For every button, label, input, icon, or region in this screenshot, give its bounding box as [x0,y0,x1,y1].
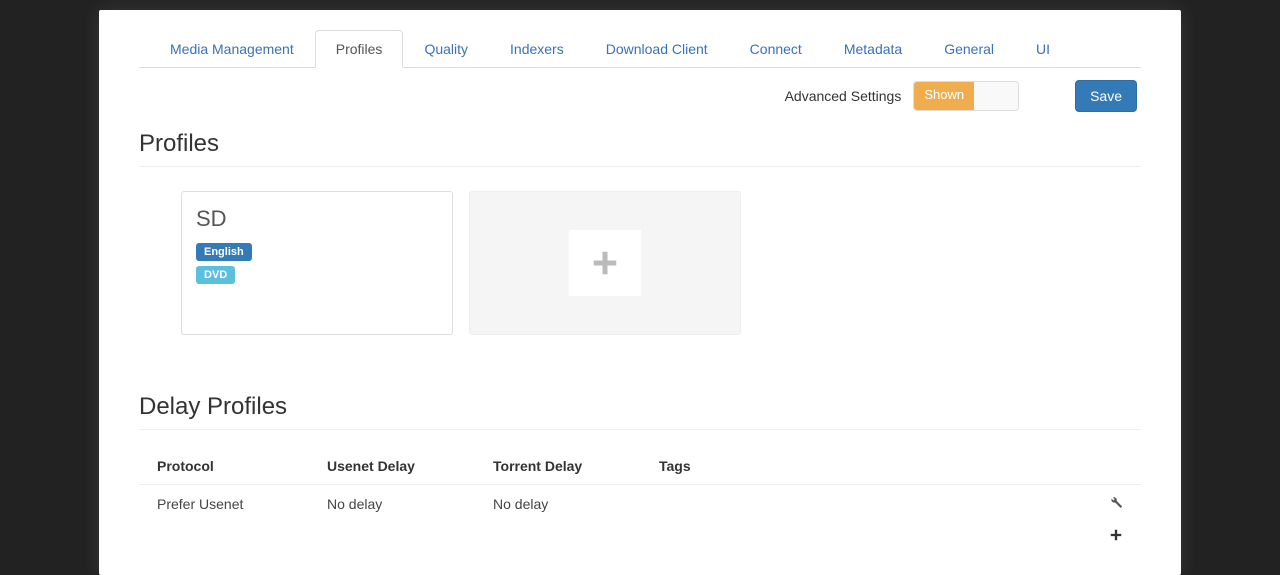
content: Profiles SD English DVD Delay Profiles P… [99,112,1181,575]
settings-tabs: Media Management Profiles Quality Indexe… [139,30,1141,68]
profile-card-sd[interactable]: SD English DVD [181,191,453,335]
tab-connect[interactable]: Connect [729,30,823,68]
tab-profiles[interactable]: Profiles [315,30,404,68]
plus-icon [1109,528,1123,542]
cutoff-badge: DVD [196,266,235,284]
plus-box [569,230,641,296]
save-button[interactable]: Save [1075,80,1137,112]
profiles-section-title: Profiles [139,112,1141,167]
plus-icon [590,248,620,278]
tab-metadata[interactable]: Metadata [823,30,923,68]
advanced-settings-label: Advanced Settings [785,88,902,104]
toggle-shown-label: Shown [914,82,974,110]
add-row [139,522,1141,555]
delay-profiles-section: Delay Profiles Protocol Usenet Delay Tor… [139,375,1141,555]
toggle-off-space [974,82,1018,110]
cell-protocol: Prefer Usenet [157,496,327,512]
col-protocol: Protocol [157,458,327,474]
tab-download-client[interactable]: Download Client [585,30,729,68]
settings-panel: Media Management Profiles Quality Indexe… [99,10,1181,575]
table-row: Prefer Usenet No delay No delay [139,485,1141,522]
tab-indexers[interactable]: Indexers [489,30,585,68]
tab-ui[interactable]: UI [1015,30,1071,68]
add-profile-card[interactable] [469,191,741,335]
col-torrent-delay: Torrent Delay [493,458,659,474]
add-delay-profile-button[interactable] [1109,528,1123,545]
tab-quality[interactable]: Quality [403,30,489,68]
edit-delay-profile-button[interactable] [1109,495,1123,512]
tab-media-management[interactable]: Media Management [149,30,315,68]
toolbar: Advanced Settings Shown Save [99,68,1181,112]
profile-card-title: SD [196,206,438,232]
advanced-settings-toggle[interactable]: Shown [913,81,1019,111]
col-tags: Tags [659,458,1063,474]
delay-profiles-table: Protocol Usenet Delay Torrent Delay Tags… [139,448,1141,555]
table-header: Protocol Usenet Delay Torrent Delay Tags [139,448,1141,485]
cell-usenet-delay: No delay [327,496,493,512]
profile-cards-row: SD English DVD [181,191,1141,335]
language-badge: English [196,243,252,261]
cell-torrent-delay: No delay [493,496,659,512]
delay-profiles-title: Delay Profiles [139,375,1141,430]
tab-general[interactable]: General [923,30,1015,68]
wrench-icon [1109,495,1123,509]
col-usenet-delay: Usenet Delay [327,458,493,474]
